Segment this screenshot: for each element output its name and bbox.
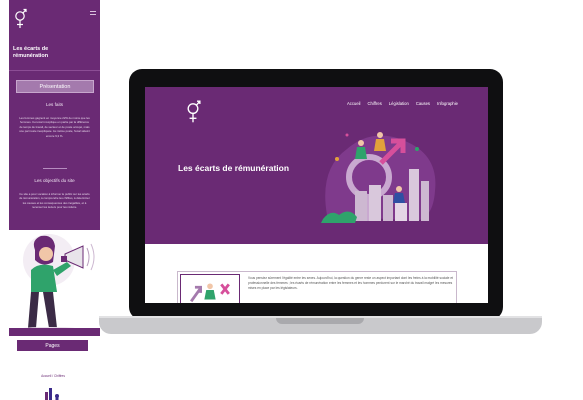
hero-title: Les écarts de rémunération xyxy=(178,163,290,173)
mobile-mockup: Les écarts de rémunération Présentation … xyxy=(9,0,100,230)
nav-item-legislation[interactable]: Législation xyxy=(389,101,409,106)
nav-item-accueil[interactable]: Accueil xyxy=(347,101,361,106)
divider xyxy=(9,70,100,71)
divider xyxy=(43,168,67,169)
mobile-small-title: Accueil / Chiffres xyxy=(41,374,65,378)
hero-illustration xyxy=(321,132,436,223)
section-text-goals: Ce site a pour vocation à informer le pu… xyxy=(19,192,90,210)
intro-card: Vous pensiez sûrement l'égalité entre le… xyxy=(177,271,457,303)
laptop-trackpad-notch xyxy=(276,318,364,324)
mini-chart-icon xyxy=(45,388,59,400)
section-heading-facts: Les faits xyxy=(45,102,64,107)
laptop-screen: Accueil Chiffres Législation Causes Info… xyxy=(145,87,488,303)
top-navigation: Accueil Chiffres Législation Causes Info… xyxy=(347,101,458,106)
presentation-button[interactable]: Présentation xyxy=(16,80,94,93)
mobile-page-title: Les écarts de rémunération xyxy=(13,46,49,59)
card-illustration xyxy=(180,274,240,303)
pages-button[interactable]: Pages xyxy=(17,340,88,351)
mobile-footer-bar xyxy=(9,328,100,336)
hamburger-menu-icon[interactable] xyxy=(90,11,96,15)
section-heading-goals: Les objectifs du site xyxy=(34,178,75,183)
nav-item-chiffres[interactable]: Chiffres xyxy=(367,101,381,106)
hero-section: Accueil Chiffres Législation Causes Info… xyxy=(145,87,488,244)
section-text-facts: Les femmes gagnent en moyenne 22% de moi… xyxy=(19,116,90,138)
nav-item-infographie[interactable]: Infographie xyxy=(437,101,458,106)
nav-item-causes[interactable]: Causes xyxy=(416,101,430,106)
woman-megaphone-illustration xyxy=(9,230,100,330)
gender-equality-logo-icon[interactable] xyxy=(185,99,201,125)
intro-text: Vous pensiez sûrement l'égalité entre le… xyxy=(248,276,453,290)
gender-equality-logo-icon xyxy=(15,8,27,28)
